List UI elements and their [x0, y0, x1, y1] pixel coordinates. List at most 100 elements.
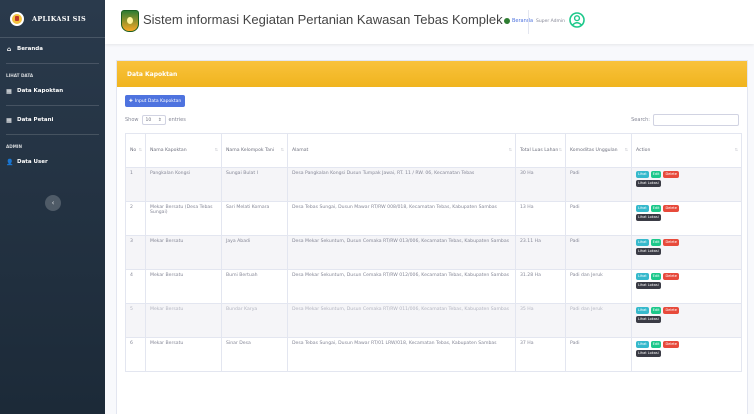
- delete-button[interactable]: Delete: [663, 205, 679, 212]
- view-location-button[interactable]: Lihat Lokasi: [636, 214, 661, 221]
- table-body: 1 Pangkalan Kongsi Sungai Bulat I Desa Pang…: [125, 167, 742, 372]
- row-actions: Lihat Edit Delete Lihat Lokasi: [636, 171, 680, 187]
- cell-alamat: Desa Mekar Sekuntum, Dusun Cemaka RT/RW …: [287, 269, 516, 304]
- sort-icon: ⇅: [280, 147, 284, 152]
- cell-nama-kelompok: Bumi Bertuah: [221, 269, 288, 304]
- topbar: Sistem informasi Kegiatan Pertanian Kawa…: [105, 0, 754, 44]
- table-icon: ▦: [6, 87, 12, 95]
- card-body: ✚ Input Data Kapoktan Show 10 ⇕ entries …: [117, 87, 747, 380]
- entries-select[interactable]: 10 ⇕: [141, 115, 166, 125]
- view-button[interactable]: Lihat: [636, 341, 649, 348]
- cell-nama-kapoktan: Mekar Bersatu: [145, 337, 222, 372]
- sidebar-item-data-petani[interactable]: ▦ Data Petani: [0, 109, 105, 131]
- column-header-action[interactable]: Action ⇅: [631, 133, 742, 168]
- row-actions: Lihat Edit Delete Lihat Lokasi: [636, 239, 680, 255]
- cell-alamat: Desa Mekar Sekuntum, Dusun Cemaka RT/RW …: [287, 303, 516, 338]
- cell-komoditas: Padi: [565, 167, 632, 202]
- show-entries: Show 10 ⇕ entries: [125, 115, 186, 125]
- table-row: 2 Mekar Bersatu (Desa Tebas Sungai) Sari M…: [125, 201, 742, 236]
- table-row: 5 Mekar Bersatu Bundar Karya Desa Mekar Sek…: [125, 303, 742, 338]
- cell-komoditas: Padi dan Jeruk: [565, 303, 632, 338]
- edit-button[interactable]: Edit: [650, 239, 662, 246]
- view-location-button[interactable]: Lihat Lokasi: [636, 350, 661, 357]
- sidebar-item-label: Data User: [17, 159, 48, 165]
- sidebar-heading: LIHAT DATA: [6, 73, 34, 78]
- column-header-nama-kapoktan[interactable]: Nama Kapoktan ⇅: [145, 133, 222, 168]
- table-controls: Show 10 ⇕ entries Search:: [125, 113, 739, 127]
- cell-luas: 37 Ha: [515, 337, 566, 372]
- column-header-total-luas-lahan[interactable]: Total Luas Lahan ⇅: [515, 133, 566, 168]
- delete-button[interactable]: Delete: [663, 307, 679, 314]
- edit-button[interactable]: Edit: [650, 171, 662, 178]
- user-name[interactable]: Super Admin: [536, 19, 565, 24]
- data-kapoktan-card: Data Kapoktan ✚ Input Data Kapoktan Show…: [116, 60, 748, 414]
- cell-alamat: Desa Tebas Sungai, Dusun Mawar RT/01 LRW…: [287, 337, 516, 372]
- sidebar-item-label: Data Petani: [17, 117, 54, 123]
- sidebar-item-data-user[interactable]: 👤 Data User: [0, 151, 105, 173]
- cell-komoditas: Padi: [565, 235, 632, 270]
- sidebar-divider: [6, 63, 99, 64]
- row-actions: Lihat Edit Delete Lihat Lokasi: [636, 341, 680, 357]
- sidebar-brand[interactable]: APLIKASI SIS: [0, 0, 105, 38]
- delete-button[interactable]: Delete: [663, 273, 679, 280]
- view-location-button[interactable]: Lihat Lokasi: [636, 282, 661, 289]
- add-kapoktan-button[interactable]: ✚ Input Data Kapoktan: [125, 95, 186, 107]
- user-icon: 👤: [6, 158, 14, 166]
- delete-button[interactable]: Delete: [663, 239, 679, 246]
- sidebar-toggle-button[interactable]: ‹: [45, 195, 61, 211]
- view-location-button[interactable]: Lihat Lokasi: [636, 316, 661, 323]
- view-location-button[interactable]: Lihat Lokasi: [636, 248, 661, 255]
- sort-icon: ⇅: [624, 147, 628, 152]
- edit-button[interactable]: Edit: [650, 205, 662, 212]
- sort-icon: ⇅: [214, 147, 218, 152]
- cell-no: 1: [125, 167, 146, 202]
- avatar[interactable]: [569, 12, 585, 28]
- cell-nama-kapoktan: Mekar Bersatu: [145, 303, 222, 338]
- column-header-nama-kelompok-tani[interactable]: Nama Kelompok Tani ⇅: [221, 133, 288, 168]
- cell-no: 4: [125, 269, 146, 304]
- sidebar-divider: [6, 134, 99, 135]
- column-header-komoditas-unggulan[interactable]: Komoditas Unggulan ⇅: [565, 133, 632, 168]
- search-label: Search:: [631, 117, 650, 123]
- delete-button[interactable]: Delete: [663, 171, 679, 178]
- cell-komoditas: Padi: [565, 337, 632, 372]
- view-button[interactable]: Lihat: [636, 239, 649, 246]
- cell-action: Lihat Edit Delete Lihat Lokasi: [631, 235, 742, 270]
- cell-no: 5: [125, 303, 146, 338]
- edit-button[interactable]: Edit: [650, 307, 662, 314]
- entries-label: entries: [168, 117, 186, 123]
- topbar-divider: [528, 10, 529, 34]
- cell-no: 3: [125, 235, 146, 270]
- cell-action: Lihat Edit Delete Lihat Lokasi: [631, 303, 742, 338]
- cell-luas: 31.28 Ha: [515, 269, 566, 304]
- edit-button[interactable]: Edit: [650, 273, 662, 280]
- card-title: Data Kapoktan: [117, 61, 747, 87]
- sort-icon: ⇅: [734, 147, 738, 152]
- table-row: 3 Mekar Bersatu Jaya Abadi Desa Mekar Sekun…: [125, 235, 742, 270]
- search-input[interactable]: [653, 114, 739, 126]
- cell-no: 6: [125, 337, 146, 372]
- sidebar-item-data-kapoktan[interactable]: ▦ Data Kapoktan: [0, 80, 105, 102]
- delete-button[interactable]: Delete: [663, 341, 679, 348]
- view-button[interactable]: Lihat: [636, 171, 649, 178]
- view-button[interactable]: Lihat: [636, 273, 649, 280]
- cell-nama-kelompok: Sari Melati Komara: [221, 201, 288, 236]
- column-header-alamat[interactable]: Alamat ⇅: [287, 133, 516, 168]
- home-dot-icon: [504, 18, 510, 24]
- column-header-no[interactable]: No ⇅: [125, 133, 146, 168]
- cell-komoditas: Padi: [565, 201, 632, 236]
- cell-alamat: Desa Pangkalan Kongsi Dusun Tumpak Jawai…: [287, 167, 516, 202]
- table-row: 4 Mekar Bersatu Bumi Bertuah Desa Mekar Sek…: [125, 269, 742, 304]
- cell-no: 2: [125, 201, 146, 236]
- row-actions: Lihat Edit Delete Lihat Lokasi: [636, 205, 680, 221]
- cell-luas: 30 Ha: [515, 167, 566, 202]
- cell-action: Lihat Edit Delete Lihat Lokasi: [631, 167, 742, 202]
- sidebar-item-beranda[interactable]: ⌂ Beranda: [0, 38, 105, 60]
- cell-nama-kelompok: Sinar Desa: [221, 337, 288, 372]
- row-actions: Lihat Edit Delete Lihat Lokasi: [636, 307, 680, 323]
- view-button[interactable]: Lihat: [636, 205, 649, 212]
- edit-button[interactable]: Edit: [650, 341, 662, 348]
- plus-icon: ✚: [129, 98, 133, 104]
- view-button[interactable]: Lihat: [636, 307, 649, 314]
- view-location-button[interactable]: Lihat Lokasi: [636, 180, 661, 187]
